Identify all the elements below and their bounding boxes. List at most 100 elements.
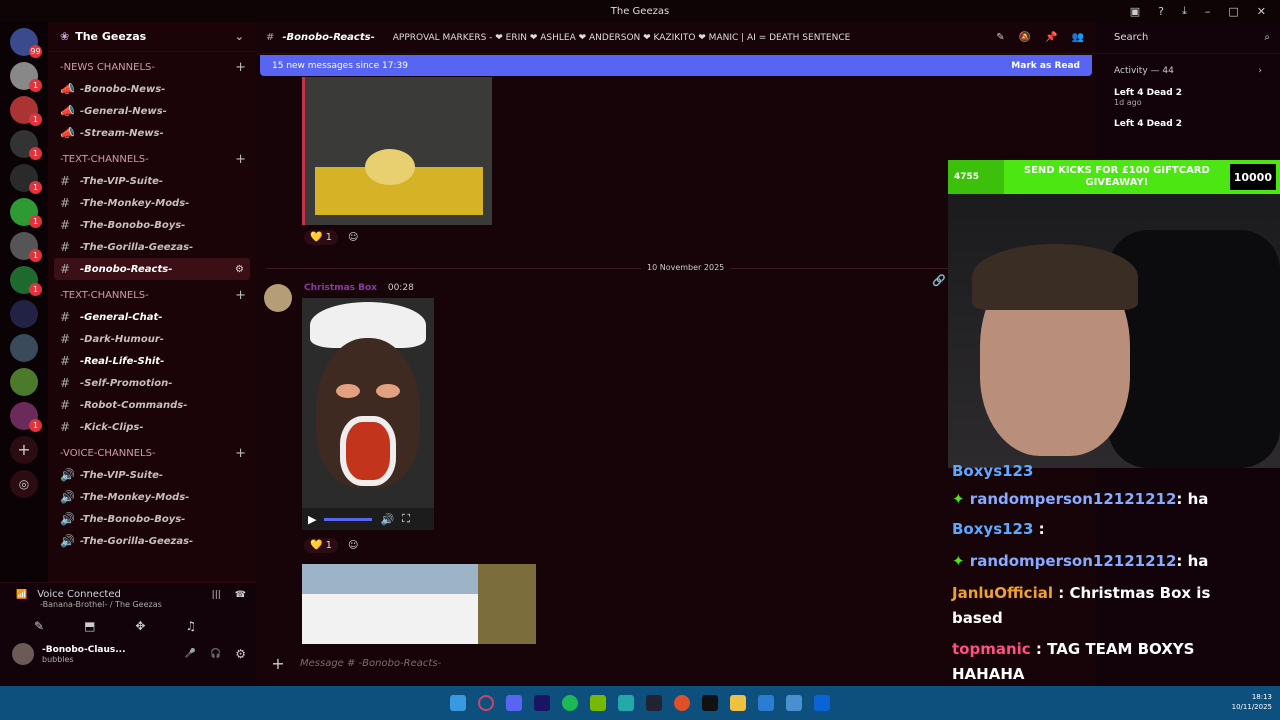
discover-icon[interactable]: ◎ xyxy=(10,470,38,498)
video-attachment[interactable] xyxy=(302,564,536,644)
disconnect-icon[interactable]: ☎ xyxy=(235,590,246,600)
voice-channel-item[interactable]: 🔊 -The-Monkey-Mods- xyxy=(48,486,256,508)
server-icon[interactable]: 1 xyxy=(10,164,42,194)
app-icon[interactable] xyxy=(758,695,774,711)
volume-icon[interactable]: 🔊 xyxy=(380,513,394,526)
screen-share-icon[interactable]: ⬒ xyxy=(84,619,95,633)
message-input[interactable]: Message # -Bonobo-Reacts- xyxy=(300,658,441,669)
guild-header[interactable]: ❀ The Geezas ⌄ xyxy=(48,22,256,52)
server-icon[interactable] xyxy=(10,334,38,362)
app-icon[interactable] xyxy=(702,695,718,711)
activity-item[interactable]: Left 4 Dead 2 xyxy=(1096,119,1280,129)
activity-item[interactable]: Left 4 Dead 2 1d ago xyxy=(1096,88,1280,107)
maximize-button[interactable]: □ xyxy=(1228,5,1238,18)
channel-item[interactable]: # -Real-Life-Shit- xyxy=(48,350,256,372)
server-icon[interactable]: 1 xyxy=(10,232,42,262)
add-channel-icon[interactable]: + xyxy=(235,446,246,461)
add-channel-icon[interactable]: + xyxy=(235,60,246,75)
voice-channel-item[interactable]: 🔊 -The-Bonobo-Boys- xyxy=(48,508,256,530)
outlook-icon[interactable] xyxy=(814,695,830,711)
gear-icon[interactable]: ⚙ xyxy=(235,264,244,275)
file-explorer-icon[interactable] xyxy=(730,695,746,711)
category-header[interactable]: -VOICE-CHANNELS- + xyxy=(48,438,256,464)
server-icon[interactable]: 1 xyxy=(10,96,42,126)
mute-channel-icon[interactable]: 🔕 xyxy=(1019,32,1031,43)
server-icon[interactable]: 1 xyxy=(10,130,42,160)
avatar[interactable] xyxy=(264,284,292,312)
add-server-icon[interactable]: + xyxy=(10,436,38,464)
pin-icon[interactable]: 📌 xyxy=(1045,32,1057,43)
channel-item[interactable]: # -The-Monkey-Mods- xyxy=(48,192,256,214)
server-icon[interactable]: 1 xyxy=(10,198,42,228)
minimize-button[interactable]: – xyxy=(1205,5,1211,18)
app-icon[interactable] xyxy=(618,695,634,711)
add-channel-icon[interactable]: + xyxy=(235,152,246,167)
close-button[interactable]: ✕ xyxy=(1257,5,1266,18)
server-icon[interactable] xyxy=(10,300,38,328)
avatar[interactable] xyxy=(12,643,34,665)
channel-item[interactable]: 📣 -Stream-News- xyxy=(48,122,256,144)
server-icon[interactable]: 1 xyxy=(10,266,42,296)
settings-gear-icon[interactable]: ⚙ xyxy=(235,647,246,661)
play-icon[interactable]: ▶ xyxy=(308,513,316,526)
channel-item[interactable]: # -Dark-Humour- xyxy=(48,328,256,350)
channel-item[interactable]: # -The-Gorilla-Geezas- xyxy=(48,236,256,258)
mute-icon[interactable]: 🎤 xyxy=(185,649,196,659)
channel-item[interactable]: # -Robot-Commands- xyxy=(48,394,256,416)
download-icon[interactable]: ⤓ xyxy=(1182,4,1187,18)
add-reaction-icon[interactable]: ☺ xyxy=(348,540,358,551)
app-icon[interactable] xyxy=(674,695,690,711)
system-clock[interactable]: 18:13 10/11/2025 xyxy=(1232,692,1272,712)
channel-item[interactable]: 📣 -General-News- xyxy=(48,100,256,122)
mark-as-read-button[interactable]: Mark as Read xyxy=(1011,61,1080,71)
threads-icon[interactable]: ✎ xyxy=(996,32,1004,43)
soundboard-icon[interactable]: ♫ xyxy=(185,619,196,633)
channel-item[interactable]: 📣 -Bonobo-News- xyxy=(48,78,256,100)
fullscreen-icon[interactable]: ⛶ xyxy=(402,512,410,526)
voice-channel-item[interactable]: 🔊 -The-Gorilla-Geezas- xyxy=(48,530,256,552)
channel-item-active[interactable]: # -Bonobo-Reacts- ⚙ xyxy=(54,258,250,280)
server-icon[interactable]: 1 xyxy=(10,402,42,432)
category-header[interactable]: -NEWS CHANNELS- + xyxy=(48,52,256,78)
message-composer[interactable]: + Message # -Bonobo-Reacts- xyxy=(256,648,946,678)
members-icon[interactable]: 👥 xyxy=(1072,32,1084,43)
app-icon[interactable] xyxy=(786,695,802,711)
add-reaction-icon[interactable]: ☺ xyxy=(348,232,358,243)
steam-icon[interactable] xyxy=(646,695,662,711)
discord-icon[interactable] xyxy=(506,695,522,711)
draw-icon[interactable]: ✎ xyxy=(34,619,44,633)
category-header[interactable]: -TEXT-CHANNELS- + xyxy=(48,144,256,170)
video-attachment[interactable]: ▶ 🔊 ⛶ xyxy=(302,298,434,530)
video-attachment[interactable] xyxy=(302,77,492,225)
channel-item[interactable]: # -Self-Promotion- xyxy=(48,372,256,394)
windows-start-icon[interactable] xyxy=(450,695,466,711)
link-icon[interactable]: 🔗 xyxy=(932,274,946,287)
channel-item[interactable]: # -Kick-Clips- xyxy=(48,416,256,438)
chevron-right-icon[interactable]: › xyxy=(1258,66,1262,76)
noise-icon[interactable]: ||| xyxy=(212,590,221,600)
message-author[interactable]: Christmas Box xyxy=(304,283,377,293)
search-input[interactable]: Search ⌕ xyxy=(1096,22,1280,54)
progress-bar[interactable] xyxy=(324,517,373,521)
home-server-icon[interactable]: 99 xyxy=(10,28,42,58)
premiere-icon[interactable] xyxy=(534,695,550,711)
app-icon[interactable] xyxy=(478,695,494,711)
reaction-button[interactable]: 💛 1 xyxy=(304,230,339,245)
server-icon[interactable] xyxy=(10,368,38,396)
channel-item[interactable]: # -General-Chat- xyxy=(48,306,256,328)
channel-topic[interactable]: APPROVAL MARKERS - ❤ ERIN ❤ ASHLEA ❤ AND… xyxy=(393,33,851,43)
add-attachment-icon[interactable]: + xyxy=(256,654,300,673)
reaction-button[interactable]: 💛 1 xyxy=(304,538,339,553)
activities-icon[interactable]: ✥ xyxy=(135,619,145,633)
voice-channel-item[interactable]: 🔊 -The-VIP-Suite- xyxy=(48,464,256,486)
inbox-icon[interactable]: ▣ xyxy=(1130,5,1140,18)
spotify-icon[interactable] xyxy=(562,695,578,711)
new-messages-bar[interactable]: 15 new messages since 17:39 Mark as Read xyxy=(260,55,1092,76)
channel-item[interactable]: # -The-VIP-Suite- xyxy=(48,170,256,192)
server-icon[interactable]: 1 xyxy=(10,62,42,92)
channel-item[interactable]: # -The-Bonobo-Boys- xyxy=(48,214,256,236)
nvidia-icon[interactable] xyxy=(590,695,606,711)
add-channel-icon[interactable]: + xyxy=(235,288,246,303)
help-icon[interactable]: ? xyxy=(1158,5,1164,18)
category-header[interactable]: -TEXT-CHANNELS- + xyxy=(48,280,256,306)
